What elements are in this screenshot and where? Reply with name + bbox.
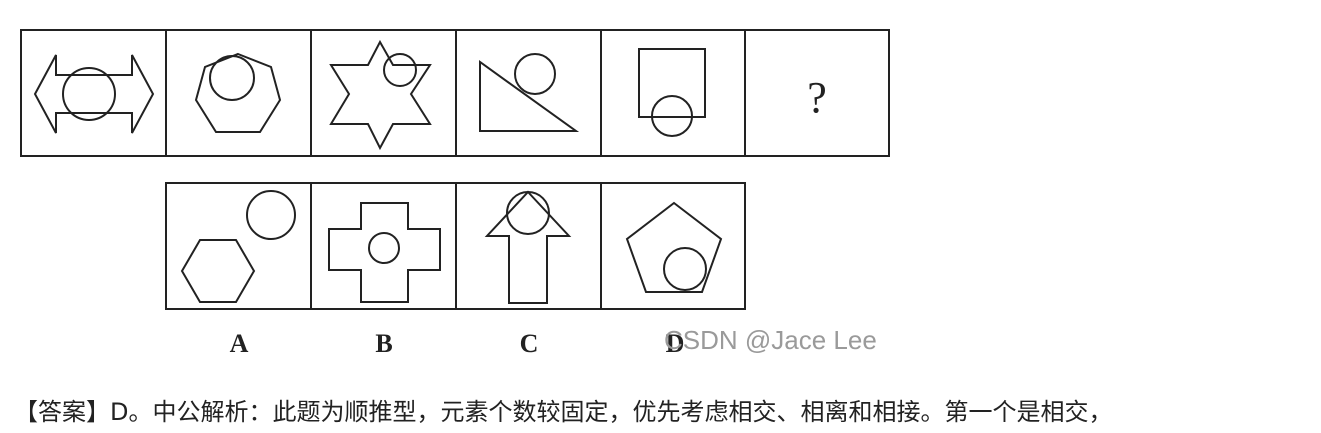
star-figure [329,39,432,151]
option-d-figure[interactable] [625,201,723,293]
double-arrow-figure [33,54,155,134]
sequence-row: ? [20,29,890,157]
option-b-figure[interactable] [328,202,441,303]
option-a-figure[interactable] [180,190,296,303]
option-c-label: C [520,329,539,358]
heptagon-figure [194,52,282,133]
csdn-watermark: CSDN @Jace Lee [664,325,877,355]
puzzle-figure: ? A B C D [20,29,890,358]
right-triangle-figure [479,53,580,132]
options-row [165,182,746,310]
question-mark: ? [807,73,827,122]
option-a-label: A [230,329,249,358]
option-b-label: B [375,329,392,358]
option-c-figure[interactable] [484,190,572,304]
answer-explanation: 【答案】D。中公解析：此题为顺推型，元素个数较固定，优先考虑相交、相离和相接。第… [14,398,1113,426]
square-figure [638,48,706,137]
